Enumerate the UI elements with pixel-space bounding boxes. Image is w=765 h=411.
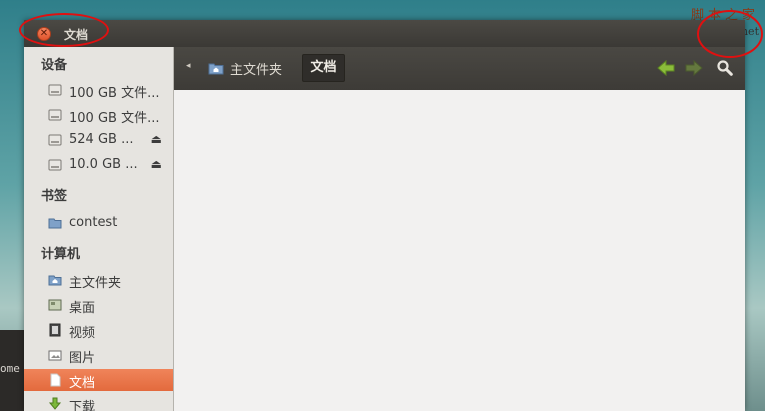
sidebar-item-label: 下载 [69, 400, 96, 411]
pictures-icon [48, 350, 62, 361]
sidebar-item-drive-1[interactable]: 100 GB 文件... [24, 79, 173, 101]
sidebar-section-computer: 计算机 [41, 247, 81, 262]
breadcrumb-current[interactable]: 文档 [302, 54, 345, 82]
annotation-circle-title [19, 13, 109, 47]
sidebar-item-label: 视频 [69, 326, 96, 341]
eject-icon[interactable]: ⏏ [151, 157, 162, 171]
search-icon[interactable] [716, 59, 734, 77]
home-folder-icon [208, 63, 224, 75]
annotation-circle-corner [697, 10, 763, 58]
sidebar-item-videos[interactable]: 视频 [24, 319, 173, 341]
sidebar-item-drive-2[interactable]: 100 GB 文件... [24, 104, 173, 126]
sidebar-item-label: 100 GB 文件... [69, 86, 160, 101]
titlebar[interactable]: ✕ 文档 [24, 20, 745, 47]
sidebar-item-label: 桌面 [69, 301, 96, 316]
sidebar-section-devices: 设备 [41, 58, 68, 73]
desktop-icon [48, 299, 62, 311]
file-manager-window: ✕ 文档 设备 100 GB 文件... 100 GB 文件... 524 GB… [24, 20, 745, 411]
sidebar: 设备 100 GB 文件... 100 GB 文件... 524 GB ... … [24, 47, 174, 411]
breadcrumb-label: 主文件夹 [230, 63, 283, 78]
sidebar-item-label: 主文件夹 [69, 276, 122, 291]
drive-icon [48, 134, 62, 146]
sidebar-item-home[interactable]: 主文件夹 [24, 269, 173, 291]
documents-icon [50, 373, 61, 387]
home-folder-icon [48, 275, 62, 286]
toolbar: ◂ 主文件夹 文档 [174, 47, 745, 90]
sidebar-item-label: contest [69, 215, 118, 230]
sidebar-item-label: 10.0 GB ... [69, 157, 138, 172]
background-terminal: ome [0, 330, 26, 411]
sidebar-item-label: 文档 [69, 376, 96, 391]
sidebar-item-drive-3[interactable]: 524 GB ... ⏏ [24, 129, 173, 151]
sidebar-section-bookmarks: 书签 [41, 189, 68, 204]
eject-icon[interactable]: ⏏ [151, 132, 162, 146]
drive-icon [48, 159, 62, 171]
sidebar-item-label: 100 GB 文件... [69, 111, 160, 126]
sidebar-item-label: 图片 [69, 351, 96, 366]
drive-icon [48, 84, 62, 96]
forward-arrow-icon[interactable] [685, 60, 703, 76]
sidebar-item-contest[interactable]: contest [24, 212, 173, 234]
folder-icon [48, 218, 62, 229]
sidebar-item-pictures[interactable]: 图片 [24, 344, 173, 366]
breadcrumb-scroll-left-icon[interactable]: ◂ [186, 61, 191, 71]
file-view-area[interactable] [174, 90, 745, 411]
sidebar-item-desktop[interactable]: 桌面 [24, 294, 173, 316]
terminal-text: ome [0, 362, 20, 375]
download-icon [48, 397, 62, 410]
back-arrow-icon[interactable] [657, 60, 675, 76]
sidebar-item-drive-4[interactable]: 10.0 GB ... ⏏ [24, 154, 173, 176]
sidebar-item-documents[interactable]: 文档 [24, 369, 173, 391]
video-icon [49, 323, 61, 337]
drive-icon [48, 109, 62, 121]
sidebar-item-downloads[interactable]: 下载 [24, 393, 173, 411]
sidebar-item-label: 524 GB ... [69, 132, 134, 147]
